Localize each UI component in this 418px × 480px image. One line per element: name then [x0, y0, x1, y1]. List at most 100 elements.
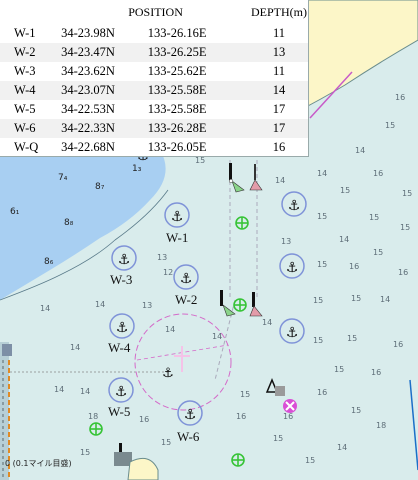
depth: 14: [250, 81, 308, 100]
table-row: W-2 34-23.47N 133-26.25E 13: [0, 43, 308, 62]
depth-sounding: 15: [400, 223, 410, 232]
depth-sounding: 14: [337, 443, 347, 452]
depth-sounding: 1₃: [132, 164, 142, 174]
depth-sounding: 6₁: [10, 207, 20, 217]
anchorage-label: W-4: [108, 340, 131, 355]
depth-sounding: 15: [373, 248, 383, 257]
table-row: W-4 34-23.07N 133-25.58E 14: [0, 81, 308, 100]
depth-sounding: 16: [236, 412, 246, 421]
depth-sounding: 15: [313, 336, 323, 345]
depth-sounding: 14: [275, 176, 285, 185]
depth-sounding: 16: [395, 93, 405, 102]
depth-sounding: 15: [402, 189, 412, 198]
depth-sounding: 12: [163, 268, 173, 277]
depth-sounding: 15: [240, 390, 250, 399]
depth-sounding: 14: [80, 387, 90, 396]
table-row: W-5 34-22.53N 133-25.58E 17: [0, 100, 308, 119]
anchorage-label: W-2: [175, 292, 197, 307]
svg-text:⚓: ⚓: [115, 384, 128, 400]
depth-sounding: 14: [95, 300, 105, 309]
longitude: 133-26.28E: [147, 119, 250, 138]
depth-sounding: 16: [371, 368, 381, 377]
latitude: 34-23.98N: [61, 26, 115, 40]
table-row: W-Q 34-22.68N 133-26.05E 16: [0, 138, 308, 157]
depth-sounding: 14: [70, 343, 80, 352]
depth: 16: [272, 140, 286, 154]
depth-sounding: 15: [385, 121, 395, 130]
point-name: W-3: [14, 64, 36, 78]
depth-sounding: 14: [317, 169, 327, 178]
point-name: W-Q: [14, 140, 39, 154]
point-name: W-2: [0, 43, 62, 62]
depth-sounding: 16: [393, 340, 403, 349]
anchorage-label: W-6: [177, 429, 200, 444]
position-table-panel: POSITION DEPTH(m) W-1 34-23.98N 133-26.1…: [0, 0, 309, 157]
depth-sounding: 14: [355, 146, 365, 155]
depth-header: DEPTH(m): [250, 0, 308, 24]
table-row: W-3 34-23.62N 133-25.62E 11: [0, 62, 308, 81]
green-buoy-icon: [235, 216, 249, 230]
anchorage-label: W-1: [166, 230, 188, 245]
depth: 13: [250, 43, 308, 62]
depth-sounding: 15: [317, 212, 327, 221]
depth-sounding: 15: [80, 448, 90, 457]
anchorage-label: W-3: [110, 272, 132, 287]
depth-sounding: 15: [161, 438, 171, 447]
longitude: 133-26.16E: [147, 26, 207, 40]
point-name: W-5: [14, 102, 36, 116]
depth-sounding: 14: [212, 332, 222, 341]
depth-sounding: 15: [195, 156, 205, 165]
latitude: 34-23.47N: [61, 43, 148, 62]
longitude: 133-26.25E: [147, 43, 250, 62]
depth: 17: [272, 102, 286, 116]
depth-sounding: 14: [380, 295, 390, 304]
svg-text:⚓: ⚓: [288, 198, 301, 214]
depth-sounding: 13: [157, 253, 167, 262]
green-buoy-icon: [233, 298, 247, 312]
depth-sounding: 15: [305, 456, 315, 465]
svg-text:⚓: ⚓: [118, 252, 131, 268]
green-buoy-icon: [231, 453, 245, 467]
depth-sounding: 16: [317, 388, 327, 397]
depth: 11: [272, 26, 286, 40]
svg-text:⚓: ⚓: [180, 271, 193, 287]
depth-sounding: 16: [283, 412, 293, 421]
depth-sounding: 16: [349, 262, 359, 271]
depth-sounding: 15: [273, 434, 283, 443]
point-name: W-4: [0, 81, 62, 100]
depth-sounding: 18: [376, 421, 386, 430]
depth-sounding: 15: [313, 296, 323, 305]
depth-sounding: 18: [88, 412, 98, 421]
depth-sounding: 14: [262, 318, 272, 327]
depth-sounding: 15: [351, 294, 361, 303]
depth-sounding: 8₆: [44, 257, 54, 267]
latitude: 34-22.33N: [61, 119, 148, 138]
latitude: 34-22.68N: [61, 140, 115, 154]
depth: 11: [272, 64, 286, 78]
depth-sounding: 14: [165, 325, 175, 334]
longitude: 133-25.58E: [147, 102, 207, 116]
depth-sounding: 16: [373, 169, 383, 178]
position-table: POSITION DEPTH(m) W-1 34-23.98N 133-26.1…: [0, 0, 308, 157]
depth-sounding: 14: [54, 385, 64, 394]
scale-label: 0 (0.1マイル目盛): [5, 459, 72, 468]
depth-sounding: 8₇: [95, 182, 105, 192]
longitude: 133-26.05E: [147, 140, 207, 154]
depth-sounding: 13: [281, 237, 291, 246]
depth-sounding: 15: [340, 186, 350, 195]
depth-sounding: 14: [339, 235, 349, 244]
depth-sounding: 8₈: [64, 218, 74, 228]
table-row: W-1 34-23.98N 133-26.16E 11: [0, 24, 308, 43]
depth-sounding: 15: [334, 365, 344, 374]
depth-sounding: 15: [347, 334, 357, 343]
depth-sounding: 16: [398, 268, 408, 277]
latitude: 34-23.62N: [61, 64, 115, 78]
svg-text:⚓: ⚓: [184, 407, 197, 423]
longitude: 133-25.58E: [147, 81, 250, 100]
point-name: W-6: [0, 119, 62, 138]
longitude: 133-25.62E: [147, 64, 207, 78]
depth-sounding: 14: [40, 304, 50, 313]
depth-sounding: 13: [142, 301, 152, 310]
depth-sounding: 15: [317, 260, 327, 269]
depth: 17: [250, 119, 308, 138]
